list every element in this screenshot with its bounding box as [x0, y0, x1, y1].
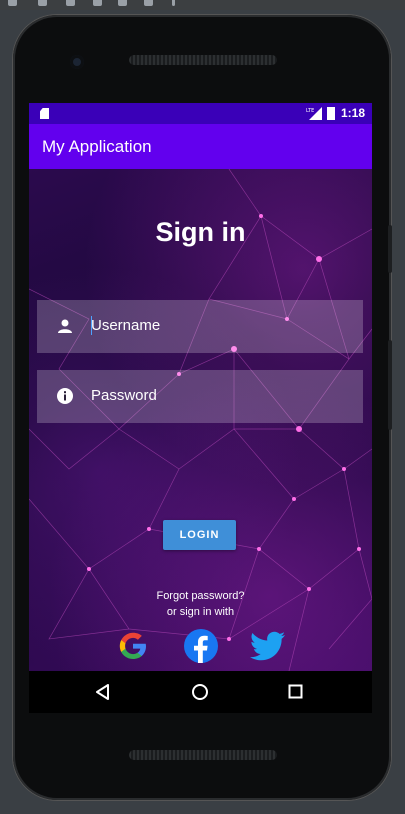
- top-speaker: [129, 55, 277, 65]
- front-camera: [70, 55, 84, 69]
- sd-card-icon: [40, 108, 49, 119]
- navigation-bar: [29, 671, 372, 713]
- login-content: Sign in Username Password LOGIN Forgot p…: [29, 169, 372, 671]
- bottom-speaker: [129, 750, 277, 760]
- sign-in-heading: Sign in: [155, 217, 246, 247]
- emulator-toolbar: [0, 0, 405, 10]
- recents-icon[interactable]: [288, 684, 303, 699]
- record-tool-icon[interactable]: [118, 0, 127, 6]
- password-field[interactable]: Password: [37, 370, 363, 423]
- person-icon: [58, 319, 72, 333]
- power-key[interactable]: [388, 225, 392, 273]
- more-tool-icon[interactable]: [172, 0, 175, 6]
- power-tool-icon[interactable]: [38, 0, 47, 6]
- facebook-icon[interactable]: [184, 629, 218, 663]
- back-tool-icon[interactable]: [8, 0, 17, 6]
- app-title: My Application: [42, 137, 152, 156]
- back-icon[interactable]: [95, 684, 111, 700]
- status-bar: LTE 1:18: [29, 103, 372, 124]
- volume-key[interactable]: [388, 340, 392, 430]
- info-icon: [57, 388, 73, 404]
- password-placeholder: Password: [91, 387, 157, 404]
- google-icon[interactable]: [116, 629, 150, 663]
- svg-text:LTE: LTE: [306, 108, 314, 114]
- camera-tool-icon[interactable]: [93, 0, 102, 6]
- home-icon[interactable]: [191, 683, 209, 701]
- username-field[interactable]: Username: [37, 300, 363, 353]
- login-button[interactable]: LOGIN: [163, 520, 236, 550]
- help-tool-icon[interactable]: [144, 0, 153, 6]
- clock: 1:18: [341, 106, 366, 120]
- app-bar: My Application: [29, 124, 372, 169]
- volume-tool-icon[interactable]: [66, 0, 75, 6]
- twitter-icon[interactable]: [250, 629, 286, 663]
- forgot-password-link[interactable]: Forgot password?: [29, 590, 372, 602]
- phone-screen: LTE 1:18 My Application Sign in Username…: [29, 103, 372, 671]
- username-placeholder: Username: [91, 317, 161, 334]
- battery-charging-icon: [327, 107, 335, 120]
- sign-in-with-label: or sign in with: [166, 606, 235, 618]
- lte-signal-icon: LTE: [306, 107, 322, 120]
